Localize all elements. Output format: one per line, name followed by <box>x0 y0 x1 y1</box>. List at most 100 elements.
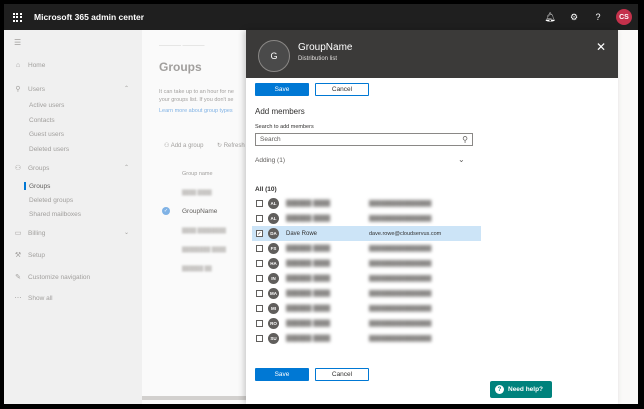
member-email: ████████████████ <box>369 245 432 252</box>
search-icon[interactable]: ⚲ <box>462 135 468 144</box>
setup-icon: ⚒ <box>14 252 22 259</box>
nav-shared-mailboxes[interactable]: Shared mailboxes <box>29 211 81 218</box>
user-icon: ⚲ <box>15 86 21 93</box>
member-row[interactable]: FS ██████ ████ ████████████████ <box>252 241 481 256</box>
nav-label: Groups <box>28 164 50 172</box>
member-avatar: RO <box>268 318 279 329</box>
member-checkbox[interactable] <box>256 245 263 252</box>
app-window: Microsoft 365 admin center 🔔︎ ⚙ ? CS ☰ ⌂… <box>4 4 638 404</box>
member-email: dave.rowe@cloudservus.com <box>369 230 442 237</box>
page-title: Groups <box>159 60 202 74</box>
member-checkbox[interactable] <box>256 305 263 312</box>
member-email: ████████████████ <box>369 275 432 282</box>
table-row[interactable]: ████ ████ <box>182 190 212 196</box>
need-help-button[interactable]: ? Need help? <box>490 381 552 398</box>
nav-contacts[interactable]: Contacts <box>29 117 55 124</box>
member-checkbox[interactable] <box>256 260 263 267</box>
member-checkbox[interactable] <box>256 290 263 297</box>
member-name: ██████ ████ <box>286 245 331 252</box>
main-content: ———— ———— Groups It can take up to an ho… <box>142 30 246 404</box>
member-row[interactable]: AL ██████ ████ ████████████████ <box>252 211 481 226</box>
cancel-button-bottom[interactable]: Cancel <box>315 368 369 381</box>
group-types-link[interactable]: Learn more about group types <box>159 108 233 114</box>
nav-groups-list[interactable]: Groups <box>29 183 50 190</box>
member-avatar: AL <box>268 213 279 224</box>
check-icon[interactable]: ✓ <box>162 207 170 215</box>
table-row[interactable]: ████████ ████ <box>182 247 226 253</box>
member-email: ████████████████ <box>369 200 432 207</box>
chevron-up-icon[interactable]: ⌃ <box>124 85 129 92</box>
chevron-down-icon[interactable]: ⌄ <box>458 155 465 164</box>
member-row[interactable]: MI ██████ ████ ████████████████ <box>252 301 481 316</box>
member-avatar: MA <box>268 288 279 299</box>
member-email: ████████████████ <box>369 215 432 222</box>
nav-show-all[interactable]: ⋯ Show all <box>14 294 53 303</box>
nav-active-users[interactable]: Active users <box>29 102 64 109</box>
nav-setup[interactable]: ⚒ Setup <box>14 251 45 260</box>
table-row[interactable]: ██████ ██ <box>182 266 212 272</box>
horizontal-scrollbar[interactable] <box>142 396 246 400</box>
nav-guest-users[interactable]: Guest users <box>29 131 64 138</box>
pencil-icon: ✎ <box>15 274 21 281</box>
member-row[interactable]: HA ██████ ████ ████████████████ <box>252 256 481 271</box>
member-avatar: IN <box>268 273 279 284</box>
chevron-down-icon[interactable]: ⌄ <box>124 229 129 236</box>
left-nav: ☰ ⌂ Home ⚲ Users ⌃ Active users Contacts… <box>4 30 142 404</box>
table-row-selected[interactable]: GroupName <box>182 208 217 215</box>
member-name: ██████ ████ <box>286 215 331 222</box>
member-checkbox[interactable] <box>256 320 263 327</box>
search-label: Search to add members <box>255 124 314 130</box>
close-icon[interactable]: ✕ <box>596 40 606 54</box>
member-checkbox[interactable] <box>256 215 263 222</box>
panel-scrollbar[interactable] <box>616 78 618 404</box>
member-row[interactable]: ✓ DA Dave Rowe dave.rowe@cloudservus.com <box>252 226 481 241</box>
member-name: ██████ ████ <box>286 275 331 282</box>
member-checkbox[interactable] <box>256 335 263 342</box>
nav-customize[interactable]: ✎ Customize navigation <box>14 273 91 282</box>
nav-deleted-groups[interactable]: Deleted groups <box>29 197 73 204</box>
member-checkbox[interactable] <box>256 200 263 207</box>
table-row[interactable]: ████ ████████ <box>182 228 226 234</box>
member-row[interactable]: RO ██████ ████ ████████████████ <box>252 316 481 331</box>
app-title[interactable]: Microsoft 365 admin center <box>34 12 144 22</box>
refresh-button[interactable]: ↻ Refresh <box>217 142 245 149</box>
save-button-bottom[interactable]: Save <box>255 368 309 381</box>
member-row[interactable]: MA ██████ ████ ████████████████ <box>252 286 481 301</box>
active-indicator <box>24 182 26 190</box>
chevron-up-icon[interactable]: ⌃ <box>124 164 129 171</box>
need-help-label: Need help? <box>508 386 544 393</box>
nav-groups[interactable]: ⚇ Groups <box>14 164 50 173</box>
column-header-group-name[interactable]: Group name <box>182 171 213 177</box>
group-avatar: G <box>258 40 290 72</box>
app-launcher-icon[interactable] <box>4 4 30 30</box>
member-row[interactable]: AL ██████ ████ ████████████████ <box>252 196 481 211</box>
member-row[interactable]: IN ██████ ████ ████████████████ <box>252 271 481 286</box>
nav-billing[interactable]: ▭ Billing <box>14 229 46 238</box>
nav-label: Customize navigation <box>28 273 91 281</box>
member-email: ████████████████ <box>369 320 432 327</box>
cancel-button-top[interactable]: Cancel <box>315 83 369 96</box>
hamburger-icon[interactable]: ☰ <box>14 38 21 47</box>
gear-icon[interactable]: ⚙ <box>568 12 580 23</box>
desc-line: your groups list. If you don't se <box>159 97 234 103</box>
group-name: GroupName <box>298 42 353 53</box>
member-checkbox[interactable] <box>256 275 263 282</box>
member-checkbox[interactable]: ✓ <box>256 230 263 237</box>
page-description: It can take up to an hour for ne your gr… <box>159 88 249 104</box>
adding-summary[interactable]: Adding (1) <box>255 157 285 164</box>
help-icon[interactable]: ? <box>592 12 604 22</box>
nav-label: Billing <box>28 229 46 237</box>
bell-icon[interactable]: 🔔︎ <box>544 12 556 23</box>
save-button-top[interactable]: Save <box>255 83 309 96</box>
nav-label: Setup <box>28 251 45 259</box>
add-group-button[interactable]: ⚇ Add a group <box>164 142 203 149</box>
search-input[interactable]: Search ⚲ <box>255 133 473 146</box>
nav-deleted-users[interactable]: Deleted users <box>29 146 69 153</box>
member-name: ██████ ████ <box>286 260 331 267</box>
nav-home[interactable]: ⌂ Home <box>14 62 45 69</box>
nav-label: Show all <box>28 294 53 302</box>
member-row[interactable]: SU ██████ ████ ████████████████ <box>252 331 481 346</box>
user-avatar[interactable]: CS <box>616 9 632 25</box>
nav-users[interactable]: ⚲ Users <box>14 85 45 94</box>
member-avatar: FS <box>268 243 279 254</box>
